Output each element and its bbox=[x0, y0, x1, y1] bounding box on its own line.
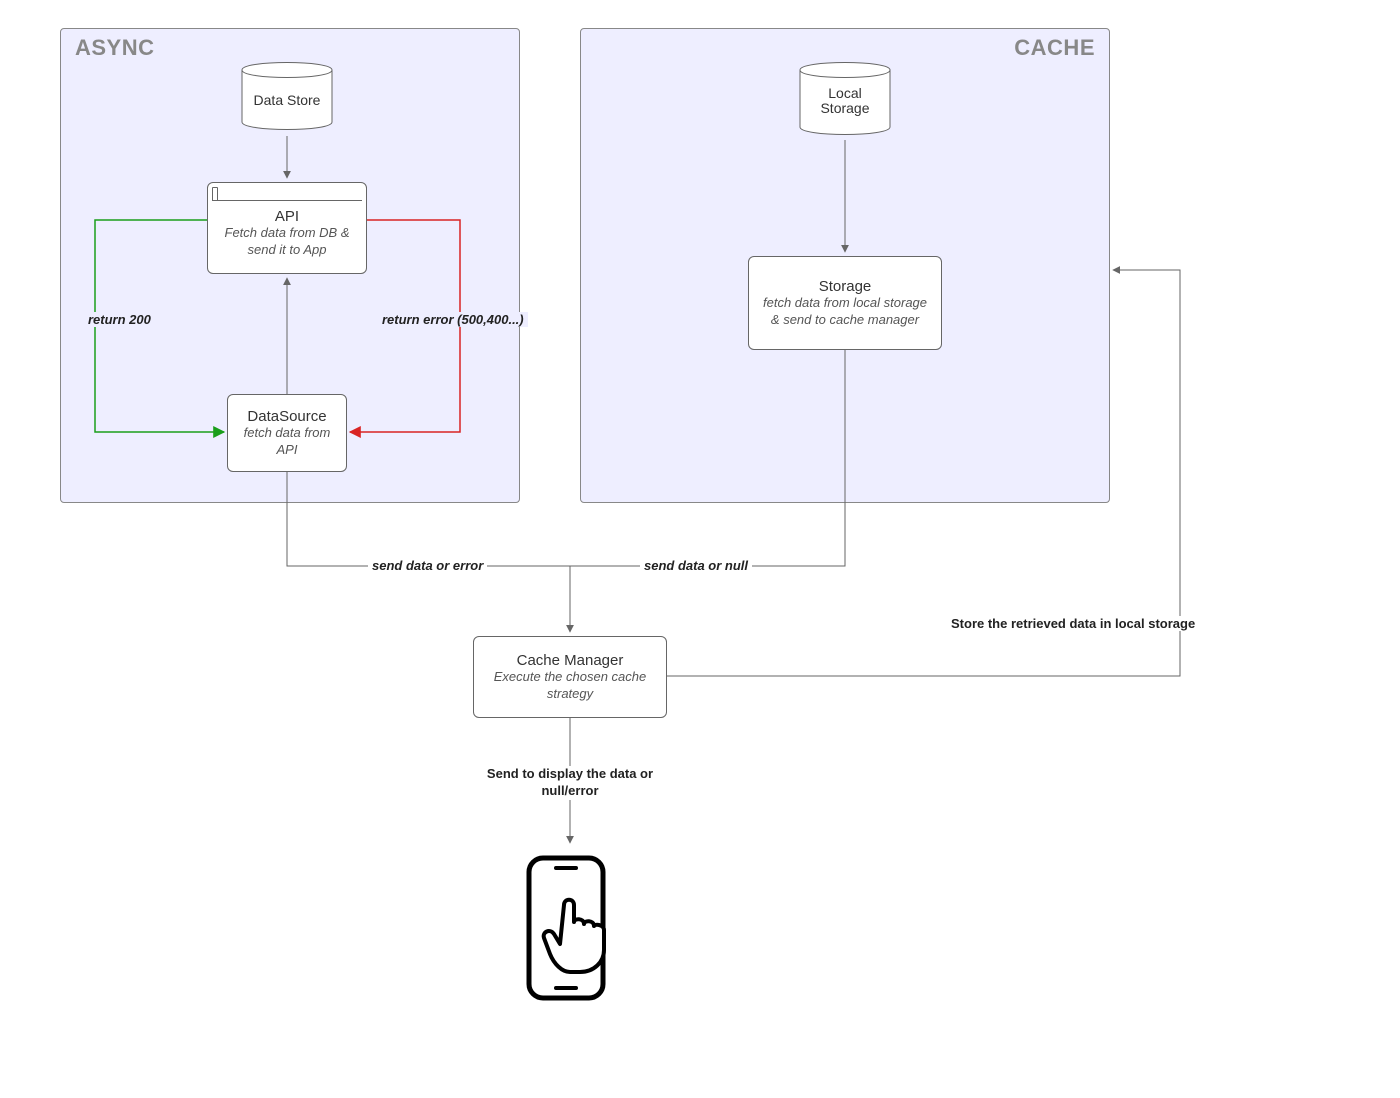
storage-box: Storage fetch data from local storage & … bbox=[748, 256, 942, 350]
data-store-label: Data Store bbox=[245, 92, 329, 108]
datasource-subtitle: fetch data from API bbox=[238, 425, 336, 458]
api-title: API bbox=[218, 208, 356, 225]
cache-label: CACHE bbox=[1014, 35, 1095, 61]
storage-title: Storage bbox=[759, 278, 931, 295]
api-subtitle: Fetch data from DB & send it to App bbox=[218, 225, 356, 258]
storage-subtitle: fetch data from local storage & send to … bbox=[759, 295, 931, 328]
cache-manager-title: Cache Manager bbox=[484, 652, 656, 669]
label-send-data-or-null: send data or null bbox=[640, 558, 752, 573]
phone-touch-icon bbox=[514, 850, 626, 1020]
label-return-error: return error (500,400...) bbox=[378, 312, 528, 327]
label-return-200: return 200 bbox=[84, 312, 155, 327]
label-send-to-display: Send to display the data or null/error bbox=[478, 766, 662, 800]
datasource-box: DataSource fetch data from API bbox=[227, 394, 347, 472]
cache-manager-box: Cache Manager Execute the chosen cache s… bbox=[473, 636, 667, 718]
async-label: ASYNC bbox=[75, 35, 155, 61]
cache-manager-subtitle: Execute the chosen cache strategy bbox=[484, 669, 656, 702]
local-storage-label: Local Storage bbox=[803, 86, 887, 117]
label-send-data-or-error: send data or error bbox=[368, 558, 487, 573]
label-store-retrieved: Store the retrieved data in local storag… bbox=[947, 616, 1199, 631]
api-box: API Fetch data from DB & send it to App bbox=[207, 182, 367, 274]
datasource-title: DataSource bbox=[238, 408, 336, 425]
